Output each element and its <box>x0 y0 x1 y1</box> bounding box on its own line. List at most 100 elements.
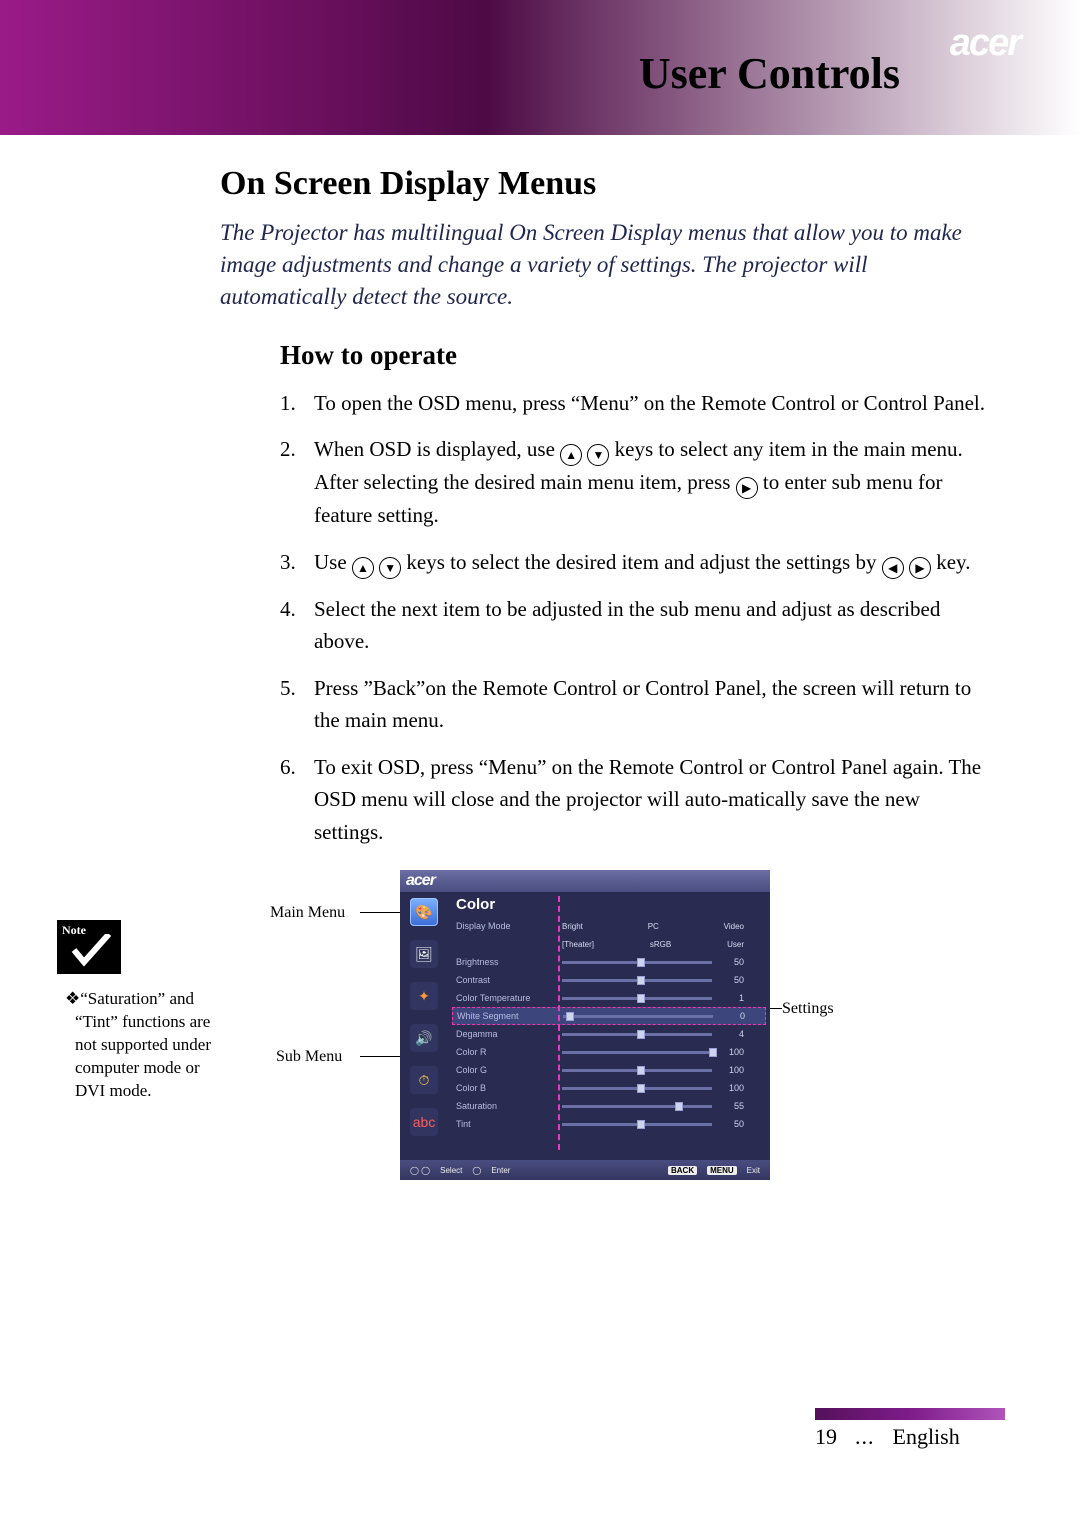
mode-bright: Bright <box>562 922 583 931</box>
mode-srgb: sRGB <box>650 940 671 949</box>
right-arrow-icon: ▶ <box>909 557 931 579</box>
osd-slider <box>562 1033 712 1036</box>
chapter-title: User Controls <box>639 48 900 99</box>
osd-value: 100 <box>718 1065 744 1075</box>
step-number: 2. <box>280 433 300 532</box>
section-intro: The Projector has multilingual On Screen… <box>220 217 985 314</box>
timer-menu-icon: ⏱ <box>410 1066 438 1094</box>
osd-mode-options: Bright PC Video <box>562 922 744 931</box>
osd-mode-options-2: [Theater] sRGB User <box>562 940 744 949</box>
osd-panel: acer 🎨 🖼 ✦ 🔊 ⏱ abc Color Display Mode Br… <box>400 870 770 1180</box>
image-menu-icon: 🖼 <box>410 940 438 968</box>
page-content: On Screen Display Menus The Projector ha… <box>0 135 1080 848</box>
management-menu-icon: ✦ <box>410 982 438 1010</box>
osd-sub-menu: Color Display Mode Bright PC Video [Thea… <box>448 892 770 1160</box>
osd-value: 0 <box>719 1011 745 1021</box>
color-menu-icon: 🎨 <box>410 898 438 926</box>
language-menu-icon: abc <box>410 1108 438 1136</box>
brand-logo: acer <box>950 22 1020 65</box>
right-arrow-icon: ▶ <box>736 477 758 499</box>
step-text: Use ▲ ▼ keys to select the desired item … <box>314 546 970 579</box>
osd-value: 50 <box>718 975 744 985</box>
osd-footer-select: Select <box>440 1166 462 1175</box>
osd-slider <box>562 1087 712 1090</box>
subsection-title: How to operate <box>280 340 985 371</box>
note-text: ❖“Saturation” and “Tint” functions are n… <box>75 988 222 1103</box>
note-badge <box>57 920 121 974</box>
osd-value: 55 <box>718 1101 744 1111</box>
osd-value: 1 <box>718 993 744 1003</box>
mode-user: User <box>727 940 744 949</box>
osd-value: 50 <box>718 957 744 967</box>
figure-label-sub-menu: Sub Menu <box>276 1048 342 1066</box>
note-text-body: “Saturation” and “Tint” functions are no… <box>75 989 211 1100</box>
enter-icon: ◯ <box>472 1166 481 1175</box>
step-item: 6. To exit OSD, press “Menu” on the Remo… <box>280 751 985 849</box>
osd-row-display-mode: Display Mode Bright PC Video <box>456 917 762 935</box>
step-item: 1. To open the OSD menu, press “Menu” on… <box>280 387 985 420</box>
step-list: 1. To open the OSD menu, press “Menu” on… <box>280 387 985 849</box>
osd-row-contrast: Contrast 50 <box>456 971 762 989</box>
osd-row-color-temp: Color Temperature 1 <box>456 989 762 1007</box>
osd-footer-menu-key: MENU <box>707 1166 737 1175</box>
step-number: 1. <box>280 387 300 420</box>
step-item: 2. When OSD is displayed, use ▲ ▼ keys t… <box>280 433 985 532</box>
osd-row-color-g: Color G 100 <box>456 1061 762 1079</box>
osd-slider <box>563 1015 713 1018</box>
step-text: To exit OSD, press “Menu” on the Remote … <box>314 751 985 849</box>
footer-accent-bar <box>815 1408 1005 1420</box>
osd-main-menu-icons: 🎨 🖼 ✦ 🔊 ⏱ abc <box>400 892 448 1160</box>
step-text: Press ”Back”on the Remote Control or Con… <box>314 672 985 737</box>
osd-brand-logo: acer <box>406 872 435 890</box>
osd-footer-exit: Exit <box>747 1166 760 1175</box>
step-number: 5. <box>280 672 300 737</box>
page-footer: 19 ... English <box>815 1408 1005 1450</box>
osd-label: Color B <box>456 1083 556 1093</box>
chapter-header: acer User Controls <box>0 0 1080 135</box>
osd-slider <box>562 1105 712 1108</box>
osd-slider <box>562 1123 712 1126</box>
osd-label: Color R <box>456 1047 556 1057</box>
osd-label: White Segment <box>457 1011 557 1021</box>
osd-row-tint: Tint 50 <box>456 1115 762 1133</box>
osd-label: Brightness <box>456 957 556 967</box>
osd-value: 100 <box>718 1047 744 1057</box>
step-text-part: When OSD is displayed, use <box>314 437 560 461</box>
footer-language: English <box>893 1424 960 1450</box>
osd-title-bar: acer <box>400 870 770 892</box>
osd-slider <box>562 961 712 964</box>
osd-value: 100 <box>718 1083 744 1093</box>
figure-label-settings: Settings <box>782 1000 834 1018</box>
osd-row-display-mode-2: [Theater] sRGB User <box>456 935 762 953</box>
osd-row-color-r: Color R 100 <box>456 1043 762 1061</box>
mode-pc: PC <box>648 922 659 931</box>
step-text-part: keys to select the desired item and adju… <box>406 550 881 574</box>
down-arrow-icon: ▼ <box>379 557 401 579</box>
step-number: 4. <box>280 593 300 658</box>
osd-row-color-b: Color B 100 <box>456 1079 762 1097</box>
osd-value: 50 <box>718 1119 744 1129</box>
osd-label: Color G <box>456 1065 556 1075</box>
up-down-arrow-icon: ◯ ◯ <box>410 1166 430 1175</box>
osd-footer-enter: Enter <box>491 1166 510 1175</box>
down-arrow-icon: ▼ <box>587 444 609 466</box>
section-title: On Screen Display Menus <box>220 165 985 203</box>
footer-dots: ... <box>855 1424 875 1450</box>
osd-row-degamma: Degamma 4 <box>456 1025 762 1043</box>
osd-label: Display Mode <box>456 921 556 931</box>
step-number: 3. <box>280 546 300 579</box>
step-item: 5. Press ”Back”on the Remote Control or … <box>280 672 985 737</box>
side-note: ❖“Saturation” and “Tint” functions are n… <box>57 920 222 1103</box>
mode-video: Video <box>724 922 744 931</box>
osd-row-brightness: Brightness 50 <box>456 953 762 971</box>
osd-slider <box>562 997 712 1000</box>
osd-row-saturation: Saturation 55 <box>456 1097 762 1115</box>
step-text: When OSD is displayed, use ▲ ▼ keys to s… <box>314 433 985 532</box>
osd-label: Color Temperature <box>456 993 556 1003</box>
step-text: Select the next item to be adjusted in t… <box>314 593 985 658</box>
osd-slider <box>562 1069 712 1072</box>
osd-slider <box>562 1051 712 1054</box>
figure-label-main-menu: Main Menu <box>270 904 345 922</box>
checkmark-icon <box>71 934 111 970</box>
osd-submenu-title: Color <box>456 896 762 913</box>
